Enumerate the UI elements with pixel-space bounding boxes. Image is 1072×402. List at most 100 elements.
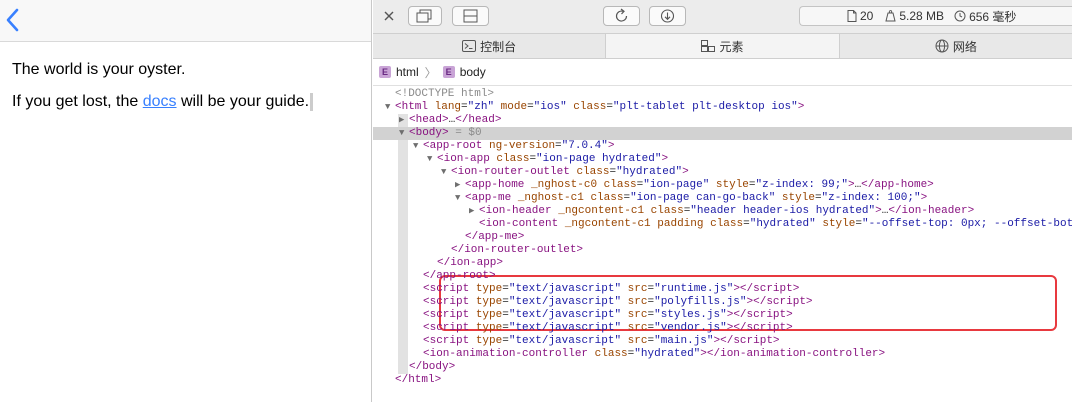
tab-elements[interactable]: 元素 [606, 34, 840, 58]
tag-bracket: > [733, 283, 740, 295]
attr-value: "runtime.js" [654, 283, 734, 295]
size-stat[interactable]: 5.28 MB [885, 9, 944, 23]
attr-eq: = [461, 101, 468, 113]
tab-network[interactable]: 网络 [840, 34, 1072, 58]
reload-button[interactable] [603, 6, 640, 26]
closing-tag: </body> [409, 361, 456, 373]
tag-name: <html [395, 101, 429, 113]
tag-bracket: > [682, 166, 689, 178]
dom-node-row[interactable]: ▼ <ion-app class="ion-page hydrated"> [373, 153, 1072, 166]
attr-name: class [710, 218, 744, 230]
dom-node-row[interactable]: </body> [373, 361, 1072, 374]
dom-node-row[interactable]: ▼ <app-me _nghost-c1 class = "ion-page can-… [373, 192, 1072, 205]
text-cursor [310, 92, 314, 111]
attr-value: "polyfills.js" [654, 296, 747, 308]
attr-name: _ngcontent-c1 [558, 205, 645, 217]
attr-name: type [475, 322, 503, 334]
dom-node-row[interactable]: <script type="text/javascript" src="styl… [373, 309, 1072, 322]
tag-bracket: > [847, 179, 855, 191]
disclosure-expanded-icon[interactable]: ▼ [385, 101, 395, 114]
dom-node-row[interactable]: ▼ <app-root ng-version="7.0.4"> [373, 140, 1072, 153]
dom-node-row[interactable]: <!DOCTYPE html> [373, 88, 1072, 101]
guide-text: If you get lost, the docs will be your g… [12, 92, 359, 112]
tab-network-label: 网络 [952, 39, 977, 54]
attr-name: type [475, 283, 503, 295]
dom-node-row[interactable]: </ion-app> [373, 257, 1072, 270]
dock-window-icon [416, 9, 432, 23]
dom-node-row[interactable]: </app-root> [373, 270, 1072, 283]
dock-bottom-icon [463, 9, 478, 23]
dom-node-row[interactable]: ▼ <html lang="zh" mode="ios" class="plt-t… [373, 101, 1072, 114]
dom-node-row[interactable]: <script type="text/javascript" src="main… [373, 335, 1072, 348]
attr-eq: = [748, 179, 756, 191]
closing-tag: </script> [739, 283, 800, 295]
load-time-stat[interactable]: 656 毫秒 [954, 8, 1016, 25]
disclosure-collapsed-icon[interactable]: ▶ [469, 205, 479, 218]
console-icon [462, 40, 477, 52]
close-icon[interactable] [381, 8, 397, 24]
dock-bottom-button[interactable] [452, 6, 489, 26]
document-icon [847, 10, 857, 22]
dom-node-row[interactable]: <script type="text/javascript" src="runt… [373, 283, 1072, 296]
resource-count: 20 [860, 9, 874, 23]
attr-value: "ios" [533, 101, 567, 113]
dom-node-row[interactable]: ▼ <body> = $0 [373, 127, 1072, 140]
attr-name: _nghost-c1 [517, 192, 584, 204]
breadcrumb-html[interactable]: E html [379, 65, 419, 79]
dom-node-row[interactable]: <ion-content _ngcontent-c1 padding class… [373, 218, 1072, 231]
dom-node-row[interactable]: <ion-animation-controller class="hydrate… [373, 348, 1072, 361]
attr-value: "hydrated" [634, 348, 701, 360]
disclosure-expanded-icon[interactable]: ▼ [427, 153, 437, 166]
attr-name: type [475, 335, 503, 347]
disclosure-collapsed-icon[interactable]: ▶ [455, 179, 465, 192]
dock-window-button[interactable] [408, 6, 442, 26]
attr-name: class [594, 348, 628, 360]
dom-node-row[interactable]: <script type="text/javascript" src="poly… [373, 296, 1072, 309]
dom-node-row[interactable]: ▶ <ion-header _ngcontent-c1 class="header… [373, 205, 1072, 218]
dom-node-row[interactable]: </html> [373, 374, 1072, 387]
dom-node-row[interactable]: </ion-router-outlet> [373, 244, 1072, 257]
web-inspector: 20 5.28 MB 656 毫秒 控制台 元素 网络 E html 〉 E b… [373, 0, 1072, 402]
disclosure-expanded-icon[interactable]: ▼ [399, 127, 409, 140]
closing-tag: </ion-animation-controller> [706, 348, 886, 360]
tag-name: <script [423, 296, 470, 308]
docs-link[interactable]: docs [143, 93, 177, 110]
attr-name: _nghost-c0 [531, 179, 598, 191]
closing-tag: </script> [733, 309, 793, 321]
disclosure-expanded-icon[interactable]: ▼ [413, 140, 423, 153]
app-content: The world is your oyster. If you get los… [0, 42, 371, 142]
dom-node-row[interactable]: ▶ <head>…</head> [373, 114, 1072, 127]
dom-node-row[interactable]: ▶ <app-home _nghost-c0 class = "ion-page" s… [373, 179, 1072, 192]
attr-value: "7.0.4" [561, 140, 608, 152]
attr-eq: = [502, 296, 509, 308]
tag-name: <ion-animation-controller [423, 348, 589, 360]
closing-tag: </ion-app> [437, 257, 504, 269]
closing-tag: </app-home> [861, 179, 934, 191]
dom-node-row[interactable]: </app-me> [373, 231, 1072, 244]
attr-value: "text/javascript" [508, 309, 622, 321]
tab-console[interactable]: 控制台 [373, 34, 607, 58]
tab-elements-label: 元素 [719, 39, 744, 54]
back-chevron-icon[interactable] [4, 6, 22, 34]
breadcrumb-body[interactable]: E body [442, 65, 486, 79]
closing-tag: </script> [720, 335, 780, 347]
download-button[interactable] [649, 6, 686, 26]
breadcrumb-separator-icon: 〉 [424, 65, 437, 80]
attr-eq: = [502, 322, 509, 334]
tag-bracket: > [442, 114, 449, 126]
disclosure-expanded-icon[interactable]: ▼ [455, 192, 465, 205]
resource-count-stat[interactable]: 20 [847, 9, 873, 23]
breadcrumb-html-label: html [396, 65, 419, 79]
disclosure-expanded-icon[interactable]: ▼ [441, 166, 451, 179]
disclosure-collapsed-icon[interactable]: ▶ [399, 114, 409, 127]
dom-node-row[interactable]: ▼ <ion-router-outlet class="hydrated"> [373, 166, 1072, 179]
dom-node-row[interactable]: <script type="text/javascript" src="vend… [373, 322, 1072, 335]
attr-name: class [573, 101, 607, 113]
tag-bracket: > [442, 127, 449, 139]
attr-name: padding [657, 218, 704, 230]
